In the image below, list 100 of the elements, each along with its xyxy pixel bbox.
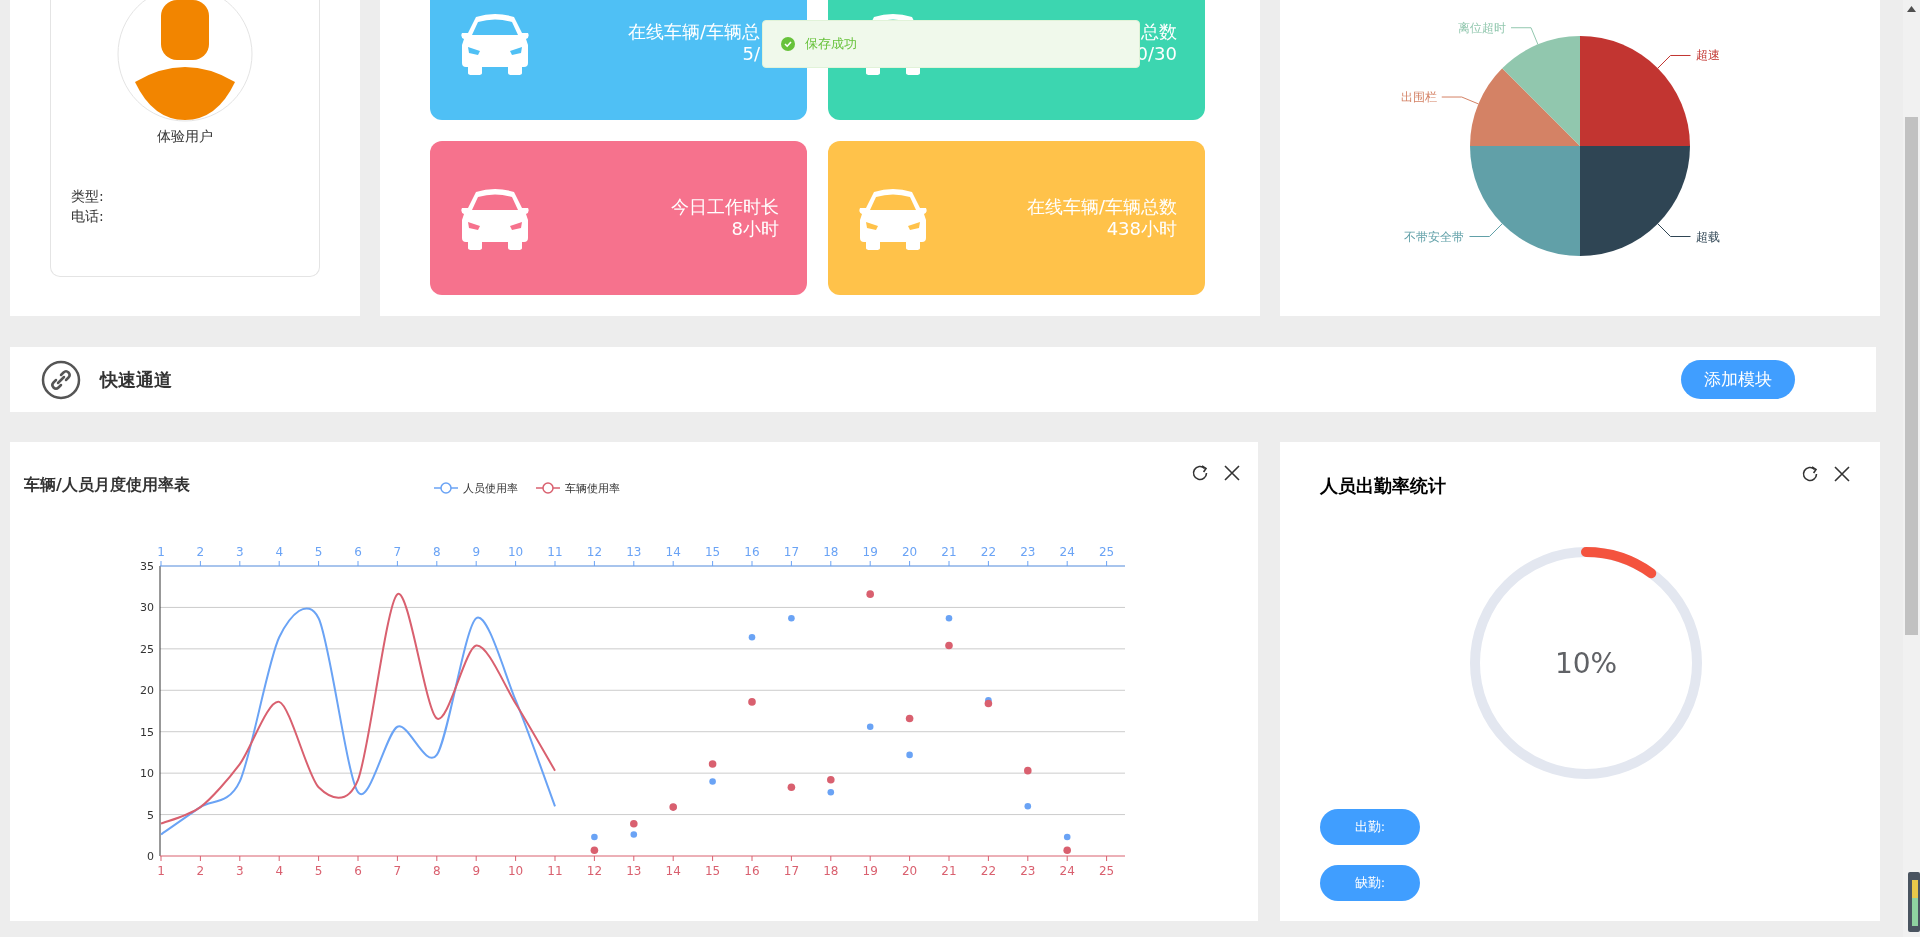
axis-tick-label: 24 <box>1059 545 1075 559</box>
scrollbar[interactable] <box>1903 0 1920 937</box>
axis-tick-label: 4 <box>275 545 283 559</box>
panel-title: 人员出勤率统计 <box>1320 474 1446 498</box>
leader-line <box>1657 55 1691 69</box>
axis-tick-label: 25 <box>1098 864 1115 878</box>
close-icon[interactable] <box>1222 463 1242 483</box>
axis-tick-label: 20 <box>140 684 154 698</box>
axis-tick-label: 6 <box>354 864 362 878</box>
axis-tick-label: 0 <box>147 850 154 863</box>
check-icon <box>781 37 795 51</box>
close-icon[interactable] <box>1832 464 1852 484</box>
pie-label: 超载 <box>1695 229 1720 244</box>
axis-tick-label: 9 <box>472 864 480 878</box>
refresh-icon[interactable] <box>1800 464 1820 484</box>
stat-title: 在线车辆/车辆总数 <box>1026 196 1177 218</box>
axis-tick-label: 5 <box>314 864 323 878</box>
user-name: 体验用户 <box>157 128 213 146</box>
link-icon <box>41 359 81 400</box>
axis-tick-label: 10 <box>507 545 524 559</box>
axis-tick-label: 8 <box>433 864 441 878</box>
axis-tick-label: 22 <box>980 864 997 878</box>
legend-icon[interactable] <box>535 482 561 494</box>
axis-tick-label: 14 <box>665 545 681 559</box>
axis-tick-label: 15 <box>140 725 154 739</box>
axis-tick-label: 5 <box>147 808 154 822</box>
axis-tick-label: 1 <box>157 864 165 878</box>
axis-tick-label: 19 <box>862 545 878 559</box>
axis-tick-label: 4 <box>275 864 283 878</box>
field-label: 类型: <box>71 188 104 206</box>
axis-tick-label: 8 <box>433 545 441 559</box>
pie-label: 离位超时 <box>1458 20 1506 35</box>
stat-title: 今日工作时长 <box>671 196 779 218</box>
axis-tick-label: 17 <box>783 864 800 878</box>
chart-title: 车辆/人员月度使用率表 <box>24 475 190 496</box>
axis-tick-label: 21 <box>941 545 957 559</box>
axis-tick-label: 19 <box>862 864 878 878</box>
stat-title: 总数 <box>1141 21 1177 43</box>
axis-tick-label: 15 <box>704 545 721 559</box>
field-label: 电话: <box>71 208 104 226</box>
car-icon <box>460 186 530 250</box>
axis-tick-label: 2 <box>196 864 205 878</box>
stat-value: 5/ <box>742 43 760 65</box>
axis-tick-label: 25 <box>140 642 154 656</box>
legend-icon[interactable] <box>433 482 459 494</box>
axis-tick-label: 16 <box>744 545 760 559</box>
axis-tick-label: 13 <box>626 545 642 559</box>
refresh-icon[interactable] <box>1190 463 1210 483</box>
axis-tick-label: 18 <box>823 545 839 559</box>
axis-tick-label: 25 <box>1098 545 1115 559</box>
car-icon <box>858 186 928 250</box>
axis-tick-label: 12 <box>586 545 603 559</box>
car-icon <box>460 11 530 75</box>
axis-tick-label: 12 <box>586 864 603 878</box>
attendance-button[interactable]: 出勤: <box>1320 809 1420 845</box>
legend-label[interactable]: 车辆使用率 <box>565 482 620 495</box>
axis-tick-label: 35 <box>140 560 154 573</box>
percent-reading: 10% <box>1554 646 1618 680</box>
pie-label: 不带安全带 <box>1404 229 1465 244</box>
axis-tick-label: 14 <box>665 864 681 878</box>
stat-value: 8小时 <box>731 218 779 240</box>
axis-tick-label: 7 <box>393 545 402 559</box>
axis-tick-label: 20 <box>901 864 918 878</box>
stat-title: 在线车辆/车辆总 <box>627 21 760 43</box>
axis-tick-label: 5 <box>314 545 323 559</box>
axis-tick-label: 6 <box>354 545 362 559</box>
leader-line <box>1657 223 1691 237</box>
leader-line <box>1510 27 1539 45</box>
axis-tick-label: 21 <box>941 864 957 878</box>
axis-tick-label: 20 <box>901 545 918 559</box>
axis-tick-label: 9 <box>472 545 480 559</box>
axis-tick-label: 23 <box>1020 545 1036 559</box>
axis-tick-label: 11 <box>547 545 563 559</box>
axis-tick-label: 24 <box>1059 864 1075 878</box>
pie-label: 出围栏 <box>1400 90 1437 104</box>
scroll-thumb[interactable] <box>1905 117 1918 635</box>
axis-tick-label: 3 <box>236 545 244 559</box>
axis-tick-label: 18 <box>823 864 839 878</box>
toast-message: 保存成功 <box>805 35 857 53</box>
axis-tick-label: 16 <box>744 864 760 878</box>
leader-line <box>1469 223 1503 237</box>
legend-label[interactable]: 人员使用率 <box>463 482 518 495</box>
axis-tick-label: 23 <box>1020 864 1036 878</box>
axis-tick-label: 10 <box>140 767 154 781</box>
axis-tick-label: 13 <box>626 864 642 878</box>
attendance-button[interactable]: 缺勤: <box>1320 865 1420 901</box>
add-module-button[interactable]: 添加模块 <box>1681 360 1795 399</box>
axis-tick-label: 11 <box>547 864 563 878</box>
axis-tick-label: 30 <box>140 601 154 615</box>
pie-label: 超速 <box>1695 48 1720 63</box>
meter-icon <box>1908 872 1920 932</box>
axis-tick-label: 17 <box>783 545 800 559</box>
axis-tick-label: 15 <box>704 864 721 878</box>
scroll-up-icon[interactable] <box>1907 6 1916 12</box>
axis-tick-label: 7 <box>393 864 402 878</box>
stat-value: 438小时 <box>1106 218 1177 240</box>
axis-tick-label: 1 <box>157 545 165 559</box>
axis-tick-label: 22 <box>980 545 997 559</box>
leader-line <box>1441 96 1479 105</box>
section-title: 快速通道 <box>100 367 173 392</box>
